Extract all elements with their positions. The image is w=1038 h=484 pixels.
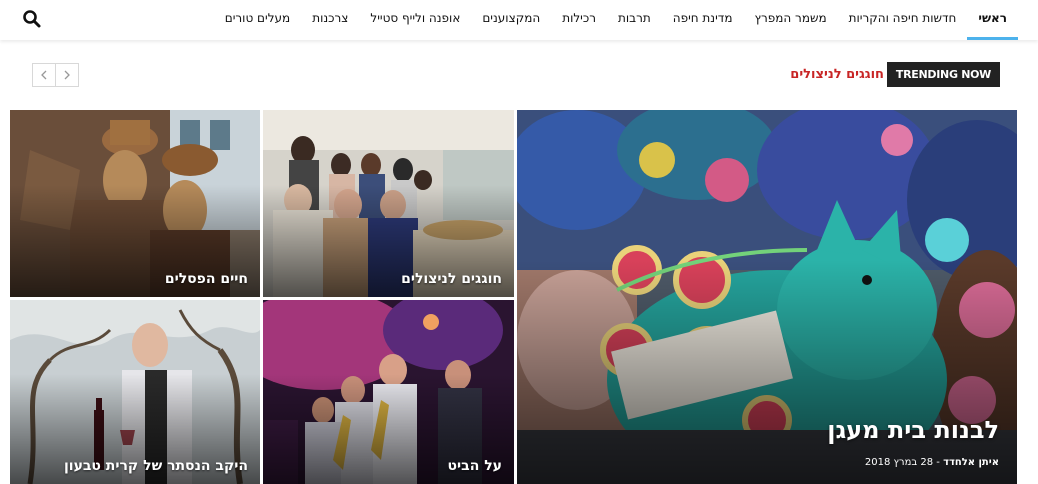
featured-tile-survivors-title[interactable]: חוגגים לניצולים — [401, 271, 502, 287]
featured-tile-survivors[interactable]: חוגגים לניצולים — [263, 110, 514, 297]
trending-now-badge: TRENDING NOW — [886, 62, 1000, 87]
menu-item-columns[interactable]: מעלים טורים — [214, 0, 301, 40]
trending-next-button[interactable] — [55, 63, 79, 87]
featured-main-author[interactable]: איתן אלחדד — [943, 457, 999, 468]
top-navigation: ראשי חדשות חיפה והקריות משמר המפרץ מדינת… — [0, 0, 1038, 40]
featured-main-meta: איתן אלחדד - 28 במרץ 2018 — [865, 457, 999, 468]
featured-main-tile[interactable]: לבנות בית מעגן איתן אלחדד - 28 במרץ 2018 — [517, 110, 1017, 484]
featured-main-title[interactable]: לבנות בית מעגן — [827, 416, 999, 444]
search-button[interactable] — [22, 9, 42, 29]
featured-tile-beat[interactable]: על הביט — [263, 300, 514, 484]
menu-item-haifa-news[interactable]: חדשות חיפה והקריות — [838, 0, 968, 40]
menu-item-fashion[interactable]: אופנה ולייף סטייל — [359, 0, 471, 40]
menu-item-home[interactable]: ראשי — [967, 0, 1018, 40]
menu-item-haifa-state[interactable]: מדינת חיפה — [662, 0, 744, 40]
main-menu: ראשי חדשות חיפה והקריות משמר המפרץ מדינת… — [214, 0, 1018, 40]
trending-prev-button[interactable] — [32, 63, 56, 87]
menu-item-professionals[interactable]: המקצוענים — [471, 0, 551, 40]
featured-tile-statues[interactable]: חיים הפסלים — [10, 110, 260, 297]
trending-arrows — [32, 63, 79, 87]
menu-item-consumer[interactable]: צרכנות — [301, 0, 359, 40]
search-icon — [23, 10, 41, 28]
featured-tile-winery-title[interactable]: היקב הנסתר של קרית טבעון — [64, 458, 248, 474]
chevron-left-icon — [41, 70, 47, 80]
menu-item-bay-guard[interactable]: משמר המפרץ — [744, 0, 838, 40]
featured-tile-statues-title[interactable]: חיים הפסלים — [165, 271, 248, 287]
meta-separator: - — [936, 457, 940, 468]
trending-headline-link[interactable]: חוגגים לניצולים — [790, 62, 884, 87]
chevron-right-icon — [64, 70, 70, 80]
featured-main-shade — [517, 259, 1017, 484]
menu-item-culture[interactable]: תרבות — [607, 0, 662, 40]
featured-main-date: 28 במרץ 2018 — [864, 457, 934, 468]
featured-tile-winery[interactable]: היקב הנסתר של קרית טבעון — [10, 300, 260, 484]
menu-item-gossip[interactable]: רכילות — [551, 0, 607, 40]
featured-tile-beat-title[interactable]: על הביט — [448, 458, 502, 474]
